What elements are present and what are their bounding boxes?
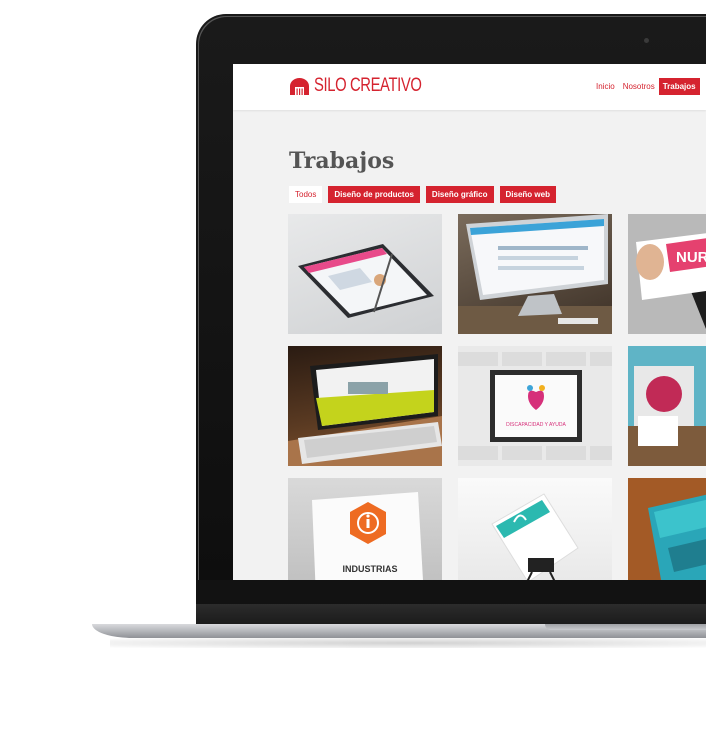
sign-mockup-image: INDUSTRIAS	[312, 492, 423, 580]
nav-item-inicio[interactable]: Inicio	[592, 78, 619, 95]
portfolio-item-tablet[interactable]	[288, 214, 442, 334]
portfolio-item-stationery[interactable]	[628, 346, 706, 466]
laptop-screen: SILO CREATIVO Inicio Nosotros Trabajos T…	[233, 64, 706, 580]
laptop-base-notch	[545, 624, 706, 630]
portfolio-item-card-clip[interactable]	[458, 478, 612, 580]
page-title: Trabajos	[289, 148, 395, 174]
filter-todos[interactable]: Todos	[289, 186, 323, 203]
card-text: NUR	[676, 249, 706, 266]
tablet-keyboard-mockup-image	[288, 354, 442, 466]
laptop-shadow	[110, 638, 706, 648]
sign-text: INDUSTRIAS	[342, 564, 397, 574]
main-nav: Inicio Nosotros Trabajos	[592, 78, 700, 95]
business-card-mockup-image: NUR	[628, 214, 706, 334]
portfolio-item-monitor[interactable]	[458, 214, 612, 334]
tablet-mockup-image	[298, 244, 434, 318]
card-clip-mockup-image	[491, 493, 579, 580]
nav-item-trabajos[interactable]: Trabajos	[658, 78, 700, 95]
frame-text: DISCAPACIDAD Y AYUDA	[506, 422, 566, 428]
site-header: SILO CREATIVO Inicio Nosotros Trabajos	[233, 64, 706, 110]
portfolio-item-tablet-keyboard[interactable]	[288, 346, 442, 466]
nav-item-nosotros[interactable]: Nosotros	[619, 78, 659, 95]
brochure-mockup-image	[628, 478, 706, 580]
stationery-mockup-image	[628, 346, 706, 466]
logo-text: SILO CREATIVO	[314, 75, 422, 96]
portfolio-item-framed-logo[interactable]: DISCAPACIDAD Y AYUDA	[458, 346, 612, 466]
portfolio-item-sign[interactable]: INDUSTRIAS	[288, 478, 442, 580]
silo-logo-icon	[290, 78, 309, 95]
filter-diseno-productos[interactable]: Diseño de productos	[328, 186, 420, 203]
filter-bar: Todos Diseño de productos Diseño gráfico…	[289, 186, 556, 203]
framed-logo-mockup-image: DISCAPACIDAD Y AYUDA	[458, 352, 612, 460]
camera-dot	[644, 38, 649, 43]
portfolio-item-business-card[interactable]: NUR	[628, 214, 706, 334]
laptop-hinge	[196, 604, 706, 626]
filter-diseno-grafico[interactable]: Diseño gráfico	[425, 186, 494, 203]
portfolio-item-brochure[interactable]	[628, 478, 706, 580]
site-logo[interactable]: SILO CREATIVO	[288, 75, 452, 97]
monitor-mockup-image	[458, 214, 612, 334]
laptop-chin	[196, 580, 706, 606]
filter-diseno-web[interactable]: Diseño web	[499, 186, 556, 203]
